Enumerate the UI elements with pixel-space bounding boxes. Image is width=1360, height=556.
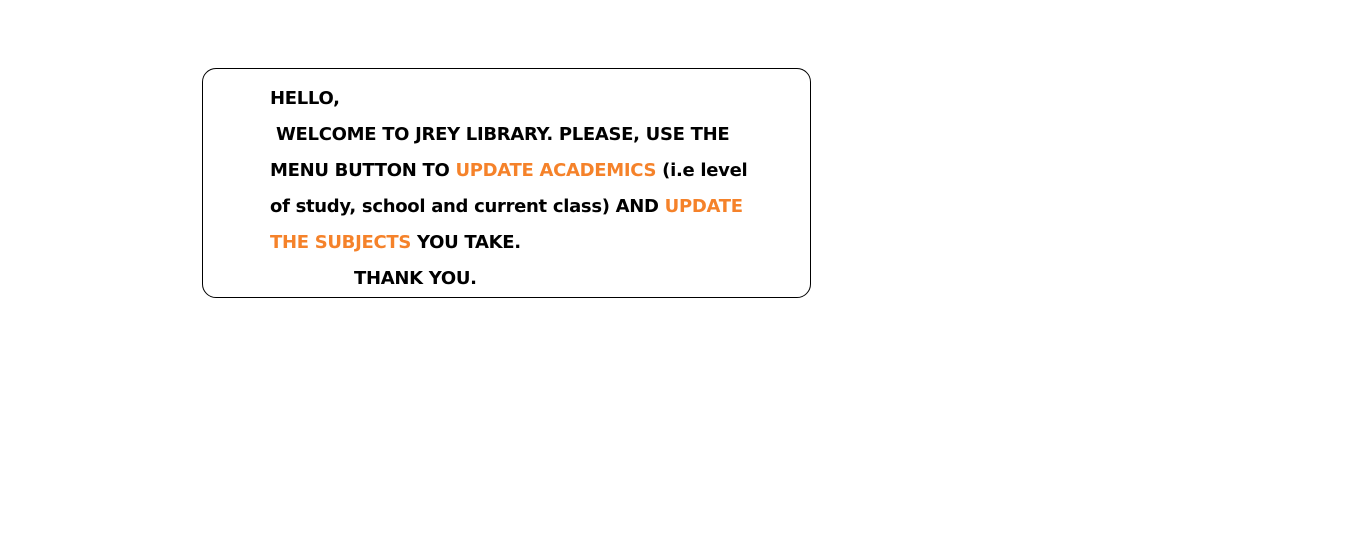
welcome-line: WELCOME TO JREY LIBRARY. PLEASE, USE THE — [276, 124, 730, 145]
thank-you-text: THANK YOU. — [354, 268, 477, 289]
instruction-line-3: THE SUBJECTS YOU TAKE. — [270, 225, 770, 261]
update-academics-highlight: UPDATE ACADEMICS — [455, 160, 657, 181]
instruction-line-1: MENU BUTTON TO UPDATE ACADEMICS (i.e lev… — [270, 153, 770, 189]
instruction-line-2: of study, school and current class) AND … — [270, 189, 770, 225]
greeting-text: HELLO, — [270, 88, 340, 109]
instruction-text: of study, school and current class) AND — [270, 196, 665, 217]
update-subjects-highlight: THE SUBJECTS — [270, 232, 412, 253]
welcome-message-card: HELLO, WELCOME TO JREY LIBRARY. PLEASE, … — [202, 68, 811, 298]
instruction-text: (i.e level — [656, 160, 748, 181]
instruction-text: MENU BUTTON TO — [270, 160, 456, 181]
instruction-text: YOU TAKE. — [411, 232, 521, 253]
update-subjects-highlight: UPDATE — [664, 196, 743, 217]
welcome-message-body: HELLO, WELCOME TO JREY LIBRARY. PLEASE, … — [270, 81, 770, 297]
